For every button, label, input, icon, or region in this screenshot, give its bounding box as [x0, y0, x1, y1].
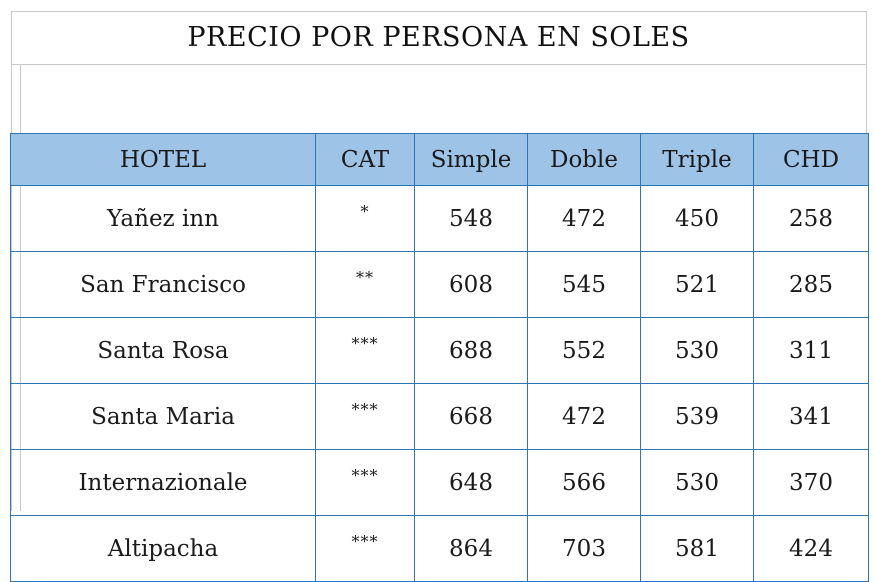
cell-doble: 552 — [527, 317, 641, 384]
cell-triple: 450 — [640, 185, 754, 252]
cell-cat: *** — [315, 515, 415, 582]
cell-simple: 668 — [414, 383, 528, 450]
cell-simple: 864 — [414, 515, 528, 582]
cell-doble: 703 — [527, 515, 641, 582]
header-cat: CAT — [315, 133, 415, 186]
table-row: Santa Maria *** 668 472 539 341 — [10, 383, 869, 450]
header-doble: Doble — [527, 133, 641, 186]
header-triple: Triple — [640, 133, 754, 186]
price-table: HOTEL CAT Simple Doble Triple CHD Yañez … — [10, 133, 869, 582]
page-title: PRECIO POR PERSONA EN SOLES — [187, 22, 690, 53]
header-hotel: HOTEL — [10, 133, 316, 186]
header-simple: Simple — [414, 133, 528, 186]
cell-chd: 258 — [753, 185, 869, 252]
cell-simple: 548 — [414, 185, 528, 252]
cell-chd: 285 — [753, 251, 869, 318]
cell-cat: *** — [315, 449, 415, 516]
cell-triple: 521 — [640, 251, 754, 318]
gridline-middle — [11, 64, 866, 65]
cell-cat: *** — [315, 383, 415, 450]
cell-hotel: Santa Maria — [10, 383, 316, 450]
cell-simple: 648 — [414, 449, 528, 516]
cell-simple: 608 — [414, 251, 528, 318]
table-header-row: HOTEL CAT Simple Doble Triple CHD — [10, 133, 869, 186]
cell-cat: * — [315, 185, 415, 252]
cell-chd: 341 — [753, 383, 869, 450]
cell-triple: 539 — [640, 383, 754, 450]
cell-simple: 688 — [414, 317, 528, 384]
cell-doble: 472 — [527, 185, 641, 252]
cell-hotel: Internazionale — [10, 449, 316, 516]
cell-doble: 545 — [527, 251, 641, 318]
table-row: Santa Rosa *** 688 552 530 311 — [10, 317, 869, 384]
table-row: Internazionale *** 648 566 530 370 — [10, 449, 869, 516]
cell-cat: ** — [315, 251, 415, 318]
cell-triple: 581 — [640, 515, 754, 582]
cell-chd: 370 — [753, 449, 869, 516]
cell-hotel: San Francisco — [10, 251, 316, 318]
gridline-right — [866, 11, 867, 133]
table-row: San Francisco ** 608 545 521 285 — [10, 251, 869, 318]
cell-chd: 424 — [753, 515, 869, 582]
table-row: Altipacha *** 864 703 581 424 — [10, 515, 869, 582]
cell-hotel: Altipacha — [10, 515, 316, 582]
cell-hotel: Yañez inn — [10, 185, 316, 252]
cell-triple: 530 — [640, 317, 754, 384]
cell-chd: 311 — [753, 317, 869, 384]
cell-doble: 566 — [527, 449, 641, 516]
header-chd: CHD — [753, 133, 869, 186]
table-row: Yañez inn * 548 472 450 258 — [10, 185, 869, 252]
cell-hotel: Santa Rosa — [10, 317, 316, 384]
cell-cat: *** — [315, 317, 415, 384]
cell-doble: 472 — [527, 383, 641, 450]
cell-triple: 530 — [640, 449, 754, 516]
